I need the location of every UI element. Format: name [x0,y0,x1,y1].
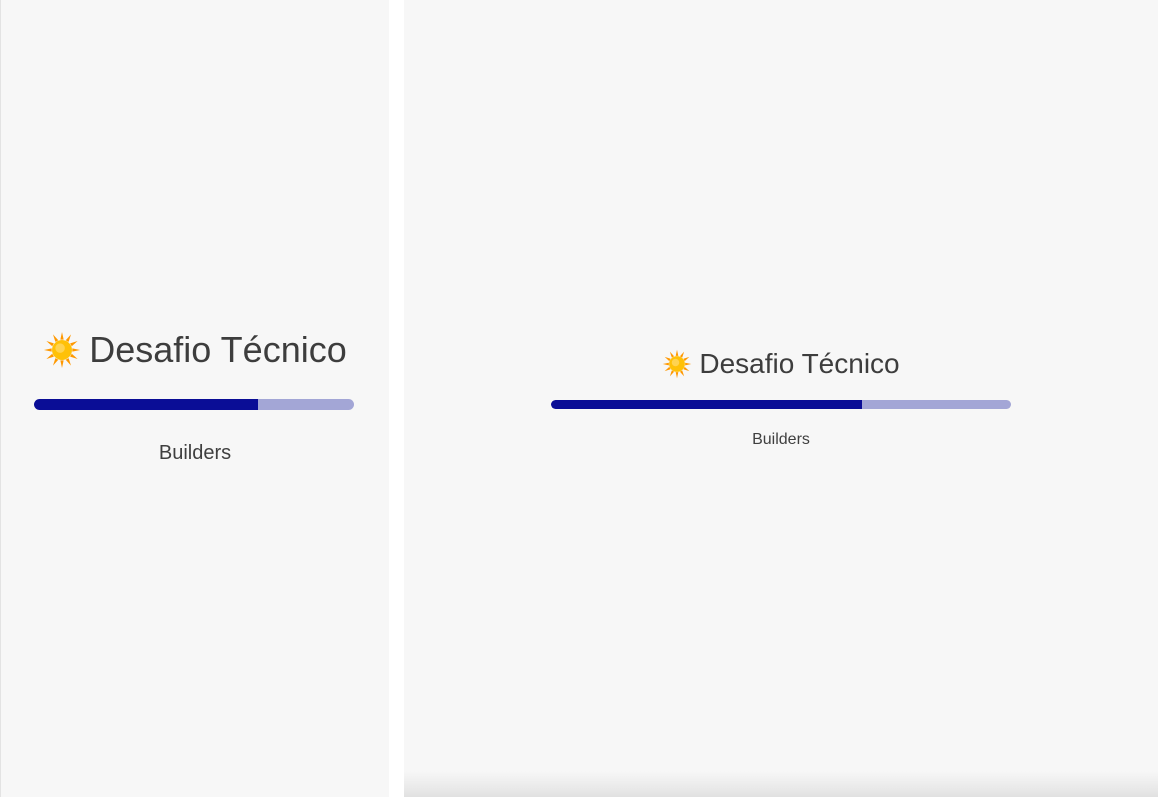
sun-ray [665,356,671,362]
splash-screen-portrait: Desafio Técnico Builders [0,0,389,797]
sun-ray [676,372,679,379]
loading-progress-fill [551,400,862,409]
sun-ray [676,349,679,356]
loading-progress-fill [34,399,258,410]
app-subtitle: Builders [158,442,232,464]
sun-ray [60,331,64,340]
app-title-row: Desafio Técnico [43,327,347,373]
sun-icon [662,349,692,379]
sun-ray [683,356,690,362]
app-title-row: Desafio Técnico [662,346,900,382]
sun-ray [70,340,78,347]
sun-icon [43,331,81,369]
sun-ray [60,360,64,369]
sun-ray [665,366,671,372]
sun-ray [72,348,81,352]
loading-progress-bar [551,400,1011,409]
sun-ray [46,340,55,347]
sun-ray [683,366,690,372]
sun-ray [53,334,59,342]
app-title: Desafio Técnico [89,329,347,370]
sun-ray [65,334,72,342]
sun-ray [46,353,55,360]
splash-screen-landscape: Desafio Técnico Builders [404,0,1158,797]
loading-progress-bar [34,399,354,410]
splash-content: Desafio Técnico Builders [404,346,1158,449]
sun-ray [53,358,59,366]
app-subtitle: Builders [752,431,810,448]
sun-ray [44,348,52,352]
app-title: Desafio Técnico [699,348,900,379]
sun-ray [685,362,692,366]
sun-highlight [55,343,66,353]
sun-ray [680,351,685,358]
sun-ray [680,370,685,377]
sun-ray [670,370,675,377]
sun-ray [670,351,675,358]
splash-content: Desafio Técnico Builders [1,327,389,465]
sun-ray [663,362,670,366]
bottom-shadow [404,771,1158,797]
sun-highlight [672,358,680,367]
sun-ray [65,358,72,366]
sun-ray [70,353,78,360]
